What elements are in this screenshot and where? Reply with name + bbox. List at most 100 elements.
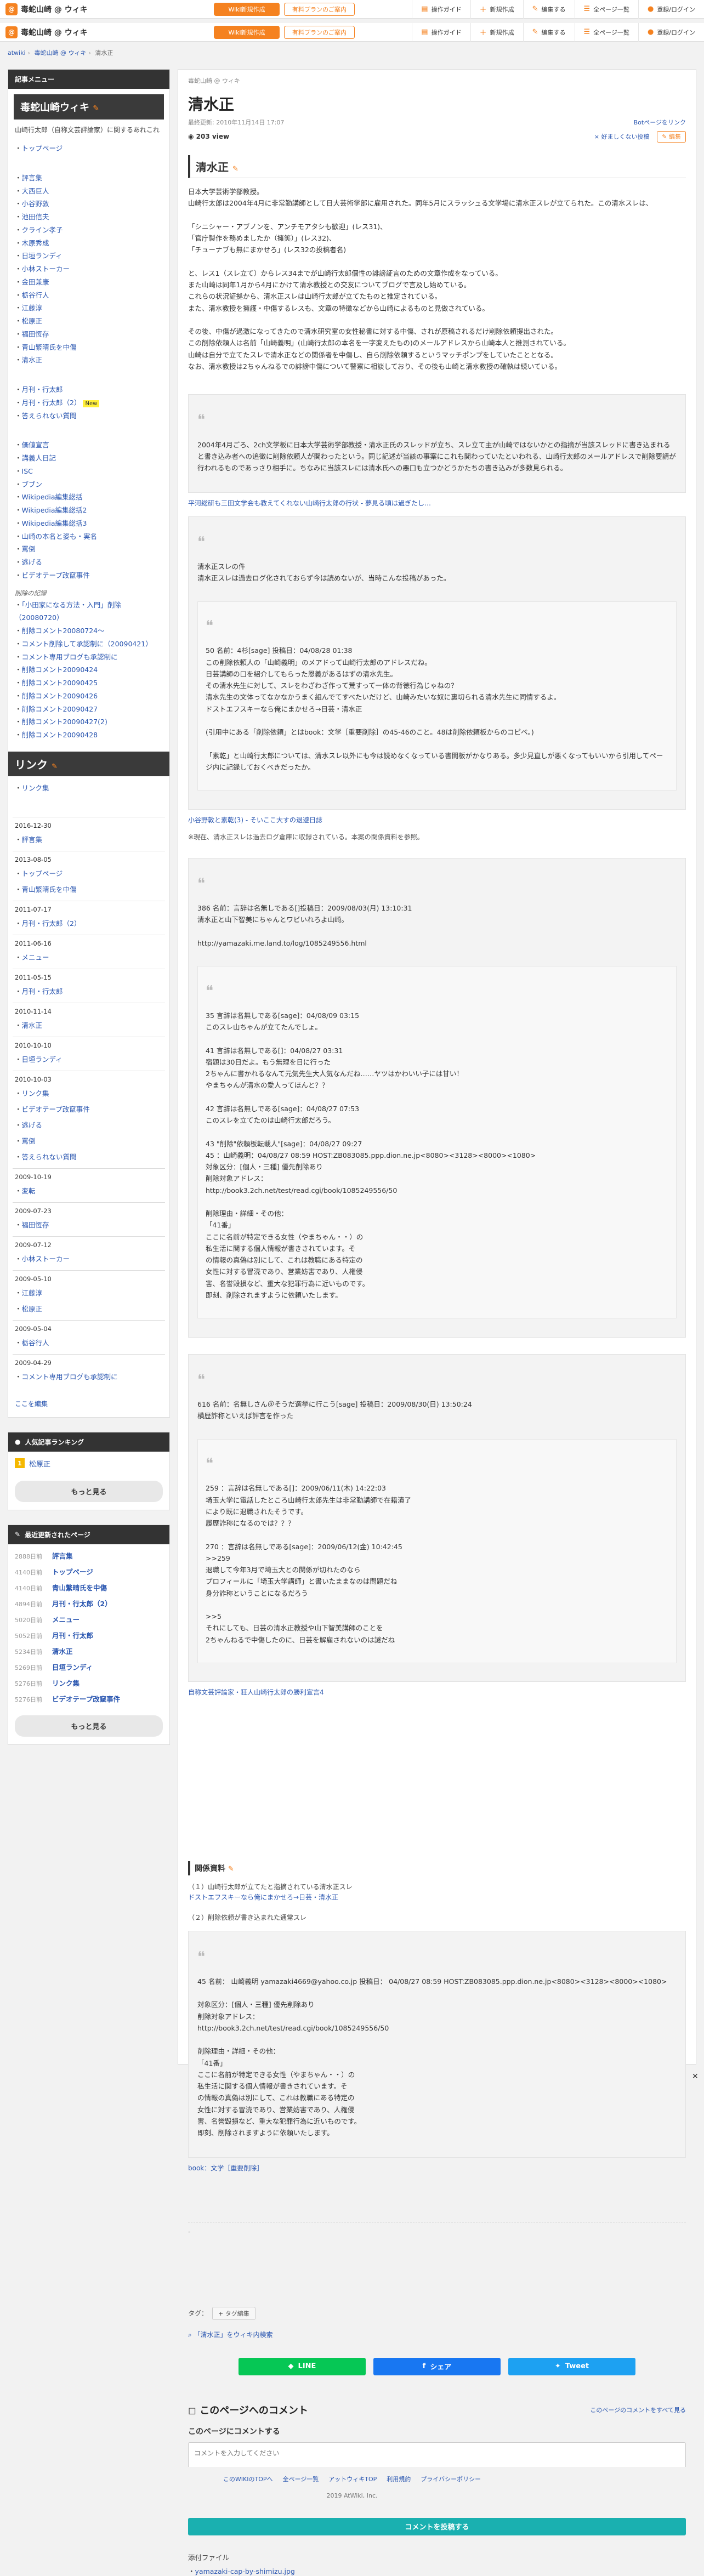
record-item[interactable]: コメント削除して承認制に（20090421） — [15, 638, 163, 651]
record-item[interactable]: コメント専用ブログも承認制に — [15, 651, 163, 664]
login-tool[interactable]: ● 登録/ログイン — [638, 0, 704, 19]
history-item[interactable]: 評言集 — [13, 832, 165, 848]
menu-item[interactable]: 価値宣言 — [15, 439, 163, 452]
recent-row[interactable]: 5052日前 月刊・行太郎 — [8, 1627, 169, 1643]
recent-row[interactable]: 5276日前 ビデオテープ改竄事件 — [8, 1691, 169, 1707]
footer-link[interactable]: アットウィキTOP — [328, 2475, 377, 2483]
menu-item[interactable]: ビデオテープ改竄事件 — [15, 569, 163, 582]
recent-row[interactable]: 2888日前 評言集 — [8, 1548, 169, 1563]
tag-edit-button[interactable]: + タグ編集 — [212, 2306, 256, 2320]
record-item[interactable]: 削除コメント20090427 — [15, 703, 163, 716]
menu-item[interactable]: ISC — [15, 465, 163, 478]
menu-item[interactable]: 月刊・行太郎 — [15, 383, 163, 396]
breadcrumb-item[interactable]: atwiki — [8, 49, 26, 56]
source-link[interactable]: 自称文芸評論家・狂人山崎行太郎の勝利宣言4 — [188, 1687, 686, 1697]
history-item[interactable]: 罵倒 — [13, 1133, 165, 1149]
pencil-icon[interactable]: ✎ — [93, 104, 99, 113]
menu-item[interactable]: 評言集 — [15, 172, 163, 185]
menu-item[interactable]: 月刊・行太郎（2）New — [15, 396, 163, 410]
record-item[interactable]: 削除コメント20090424 — [15, 663, 163, 676]
footer-link[interactable]: 全ページ一覧 — [283, 2475, 319, 2483]
menu-item[interactable]: 山崎の本名と姿も・実名 — [15, 530, 163, 543]
guide-tool[interactable]: ▤ 操作ガイド — [412, 0, 470, 19]
pencil-icon[interactable]: ✎ — [52, 763, 58, 771]
history-item[interactable]: 清水正 — [13, 1017, 165, 1033]
history-item[interactable]: 小林ストーカー — [13, 1251, 165, 1267]
record-item[interactable]: 削除コメント20090428 — [15, 729, 163, 742]
record-item[interactable]: 削除コメント20090427(2) — [15, 715, 163, 729]
history-item[interactable]: 月刊・行太郎（2） — [13, 915, 165, 931]
menu-item[interactable]: 大西巨人 — [15, 185, 163, 198]
recent-row[interactable]: 5276日前 リンク集 — [8, 1675, 169, 1691]
ranking-row[interactable]: 1 松原正 — [8, 1452, 169, 1475]
pro-plan-button[interactable]: 有料プランのご案内 — [284, 25, 355, 39]
history-item[interactable]: トップページ — [13, 866, 165, 882]
menu-item[interactable]: 答えられない質問 — [15, 410, 163, 423]
breadcrumb-item[interactable]: 毒蛇山崎 @ ウィキ — [34, 49, 86, 56]
history-item[interactable]: 松原正 — [13, 1301, 165, 1317]
history-item[interactable]: コメント専用ブログも承認制に — [13, 1369, 165, 1385]
menu-item[interactable]: 日垣ランディ — [15, 249, 163, 263]
edit-here-link[interactable]: ここを編集 — [8, 1385, 169, 1417]
bot-link[interactable]: Botページをリンク — [634, 118, 686, 127]
menu-item[interactable]: リンク集 — [15, 782, 163, 795]
source-link[interactable]: 小谷野敦と素乾(3) - そいここ大すの退避日誌 — [188, 815, 686, 824]
facebook-share-button[interactable]: f シェア — [373, 2357, 501, 2375]
menu-item[interactable]: 福田恆存 — [15, 328, 163, 341]
history-item[interactable]: 月刊・行太郎 — [13, 983, 165, 999]
menu-item[interactable]: Wikipedia編集総括2 — [15, 504, 163, 517]
menu-item[interactable]: 松原正 — [15, 315, 163, 328]
guide-tool[interactable]: ▤ 操作ガイド — [412, 22, 470, 42]
page-list-tool[interactable]: ☰ 全ページ一覧 — [574, 22, 638, 42]
menu-item[interactable]: Wikipedia編集総括 — [15, 491, 163, 504]
book-link[interactable]: book：文学［重要削除］ — [188, 2163, 686, 2173]
wiki-new-button[interactable]: Wiki新規作成 — [214, 25, 280, 39]
recent-row[interactable]: 5020日前 メニュー — [8, 1611, 169, 1627]
history-item[interactable]: 江藤淳 — [13, 1285, 165, 1301]
menu-item[interactable]: 栃谷行人 — [15, 289, 163, 302]
menu-item[interactable]: 青山繁晴氏を中傷 — [15, 341, 163, 354]
history-item[interactable]: 日垣ランディ — [13, 1051, 165, 1067]
wiki-search-link[interactable]: ⌕ 「清水正」をウィキ内検索 — [188, 2330, 686, 2339]
report-link[interactable]: × 好ましくない投稿 — [594, 133, 650, 140]
record-item[interactable]: 「小田家になる方法・入門」削除（20080720） — [15, 599, 163, 625]
menu-item[interactable]: 逃げる — [15, 556, 163, 569]
menu-item[interactable]: Wikipedia編集総括3 — [15, 517, 163, 530]
menu-item[interactable]: 江藤淳 — [15, 302, 163, 315]
ranking-more-button[interactable]: もっと見る — [15, 1480, 163, 1502]
menu-item[interactable]: 小谷野敦 — [15, 197, 163, 211]
history-item[interactable]: 栃谷行人 — [13, 1335, 165, 1351]
record-item[interactable]: 削除コメント20090425 — [15, 676, 163, 690]
history-item[interactable]: 福田恆存 — [13, 1217, 165, 1233]
history-item[interactable]: 答えられない質問 — [13, 1149, 165, 1165]
attach-file-link[interactable]: yamazaki-cap-by-shimizu.jpg — [188, 2566, 686, 2576]
pencil-icon[interactable]: ✎ — [232, 165, 239, 173]
menu-item[interactable]: ブブン — [15, 478, 163, 491]
source-link[interactable]: 平河総研も三田文学会も教えてくれない山崎行太郎の行状 - 夢見る頃は過ぎたし… — [188, 498, 686, 508]
edit-tool[interactable]: ✎ 編集する — [523, 22, 575, 42]
history-item[interactable]: 変転 — [13, 1183, 165, 1199]
menu-item[interactable]: 清水正 — [15, 354, 163, 367]
login-tool[interactable]: ● 登録/ログイン — [638, 22, 704, 42]
record-item[interactable]: 削除コメント20080724〜 — [15, 624, 163, 638]
pro-plan-button[interactable]: 有料プランのご案内 — [284, 2, 355, 16]
twitter-share-button[interactable]: ✦ Tweet — [508, 2357, 635, 2375]
menu-item[interactable]: 講義人日記 — [15, 452, 163, 465]
footer-link[interactable]: 利用規約 — [387, 2475, 411, 2483]
edit-tool[interactable]: ✎ 編集する — [523, 0, 575, 19]
menu-item[interactable]: クライン孝子 — [15, 224, 163, 237]
page-list-tool[interactable]: ☰ 全ページ一覧 — [574, 0, 638, 19]
recent-row[interactable]: 5234日前 清水正 — [8, 1643, 169, 1659]
pencil-icon[interactable]: ✎ — [228, 1865, 234, 1873]
recent-row[interactable]: 4894日前 月刊・行太郎（2） — [8, 1595, 169, 1611]
recent-row[interactable]: 5269日前 日垣ランディ — [8, 1659, 169, 1675]
recent-row[interactable]: 4140日前 トップページ — [8, 1563, 169, 1579]
site-logo[interactable]: @ 毒蛇山崎 @ ウィキ — [0, 3, 214, 15]
close-icon[interactable]: ✕ — [692, 2072, 701, 2081]
record-item[interactable]: 削除コメント20090426 — [15, 690, 163, 703]
recent-more-button[interactable]: もっと見る — [15, 1715, 163, 1737]
menu-item[interactable]: 罵倒 — [15, 543, 163, 556]
footer-link[interactable]: このWIKIのTOPへ — [223, 2475, 273, 2483]
new-page-tool[interactable]: ＋新規作成 — [470, 22, 523, 42]
comment-submit-button[interactable]: コメントを投稿する — [188, 2517, 686, 2535]
